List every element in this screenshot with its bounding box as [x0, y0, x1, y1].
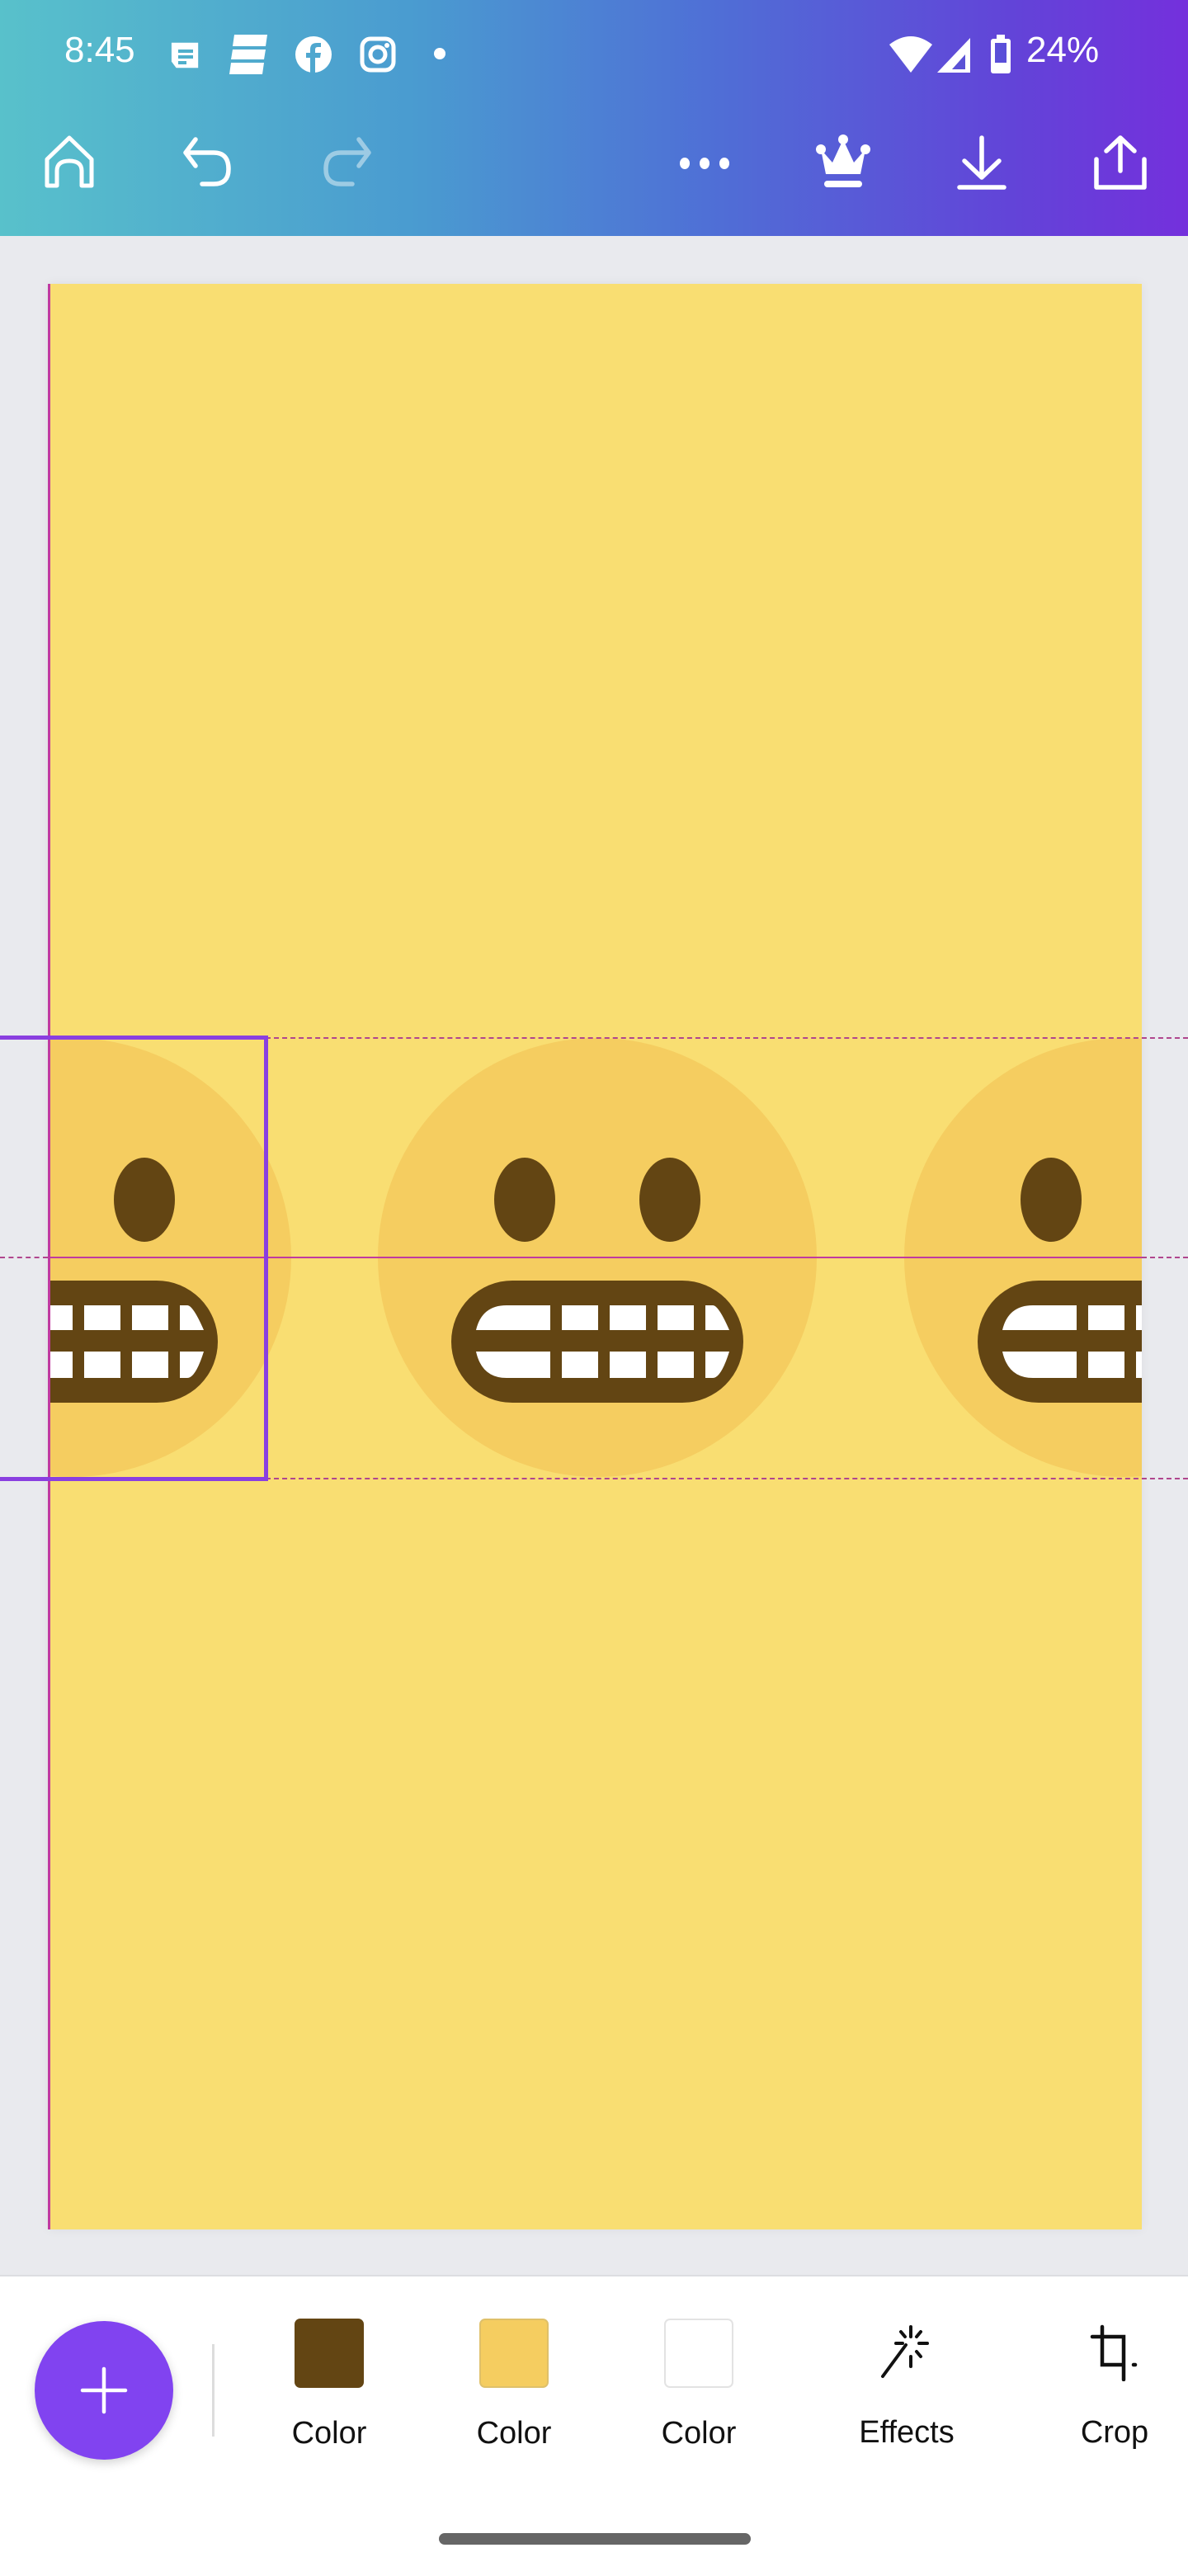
facebook-icon [295, 36, 332, 77]
home-indicator[interactable] [439, 2533, 751, 2545]
crown-icon [816, 134, 870, 187]
tool-label: Effects [859, 2415, 955, 2450]
selection-box[interactable] [0, 1036, 268, 1481]
color-swatch-brown [295, 2319, 364, 2388]
more-horizontal-icon [680, 158, 729, 169]
guide-bottom-dashed [266, 1478, 1188, 1479]
toolbar-divider [212, 2344, 214, 2437]
color-tool-white[interactable]: Color [629, 2318, 769, 2483]
battery-percent: 24% [1026, 30, 1100, 70]
instagram-icon [360, 36, 396, 77]
status-time: 8:45 [64, 30, 135, 70]
magic-wand-icon [872, 2318, 941, 2387]
top-app-bar: 8:45 24% [0, 0, 1188, 236]
guide-top-dashed [266, 1037, 1188, 1039]
messages-icon [168, 40, 201, 77]
tool-label: Color [291, 2416, 367, 2451]
battery-icon [990, 35, 1011, 78]
effects-tool[interactable]: Effects [837, 2318, 977, 2483]
news-icon [229, 35, 269, 78]
crop-icon [1080, 2318, 1149, 2387]
more-button[interactable] [672, 130, 738, 196]
crop-tool[interactable]: Crop [1044, 2318, 1185, 2483]
home-icon [45, 135, 94, 188]
undo-icon [183, 137, 231, 186]
status-bar: 8:45 24% [0, 0, 1188, 107]
tool-label: Crop [1080, 2415, 1149, 2450]
tool-label: Color [476, 2416, 552, 2451]
plus-icon [80, 2366, 128, 2414]
color-swatch-yellow [479, 2319, 549, 2388]
dot-icon [434, 48, 446, 64]
download-button[interactable] [949, 130, 1015, 196]
color-tool-yellow[interactable]: Color [444, 2318, 584, 2483]
premium-button[interactable] [810, 130, 876, 196]
color-swatch-white [664, 2319, 733, 2388]
share-button[interactable] [1087, 130, 1153, 196]
guide-middle-dashed-right [1142, 1257, 1188, 1258]
tool-label: Color [661, 2416, 737, 2451]
redo-button[interactable] [312, 130, 378, 196]
color-tool-brown[interactable]: Color [259, 2318, 399, 2483]
redo-icon [323, 137, 371, 186]
share-icon [1094, 135, 1147, 190]
signal-icon [936, 36, 972, 77]
home-button[interactable] [36, 130, 102, 196]
bottom-toolbar: Color Color Color Effects Crop [0, 2275, 1188, 2576]
undo-button[interactable] [177, 130, 243, 196]
download-icon [957, 135, 1006, 190]
add-button[interactable] [35, 2321, 173, 2460]
wifi-icon [888, 35, 934, 77]
design-workspace[interactable] [0, 236, 1188, 2274]
